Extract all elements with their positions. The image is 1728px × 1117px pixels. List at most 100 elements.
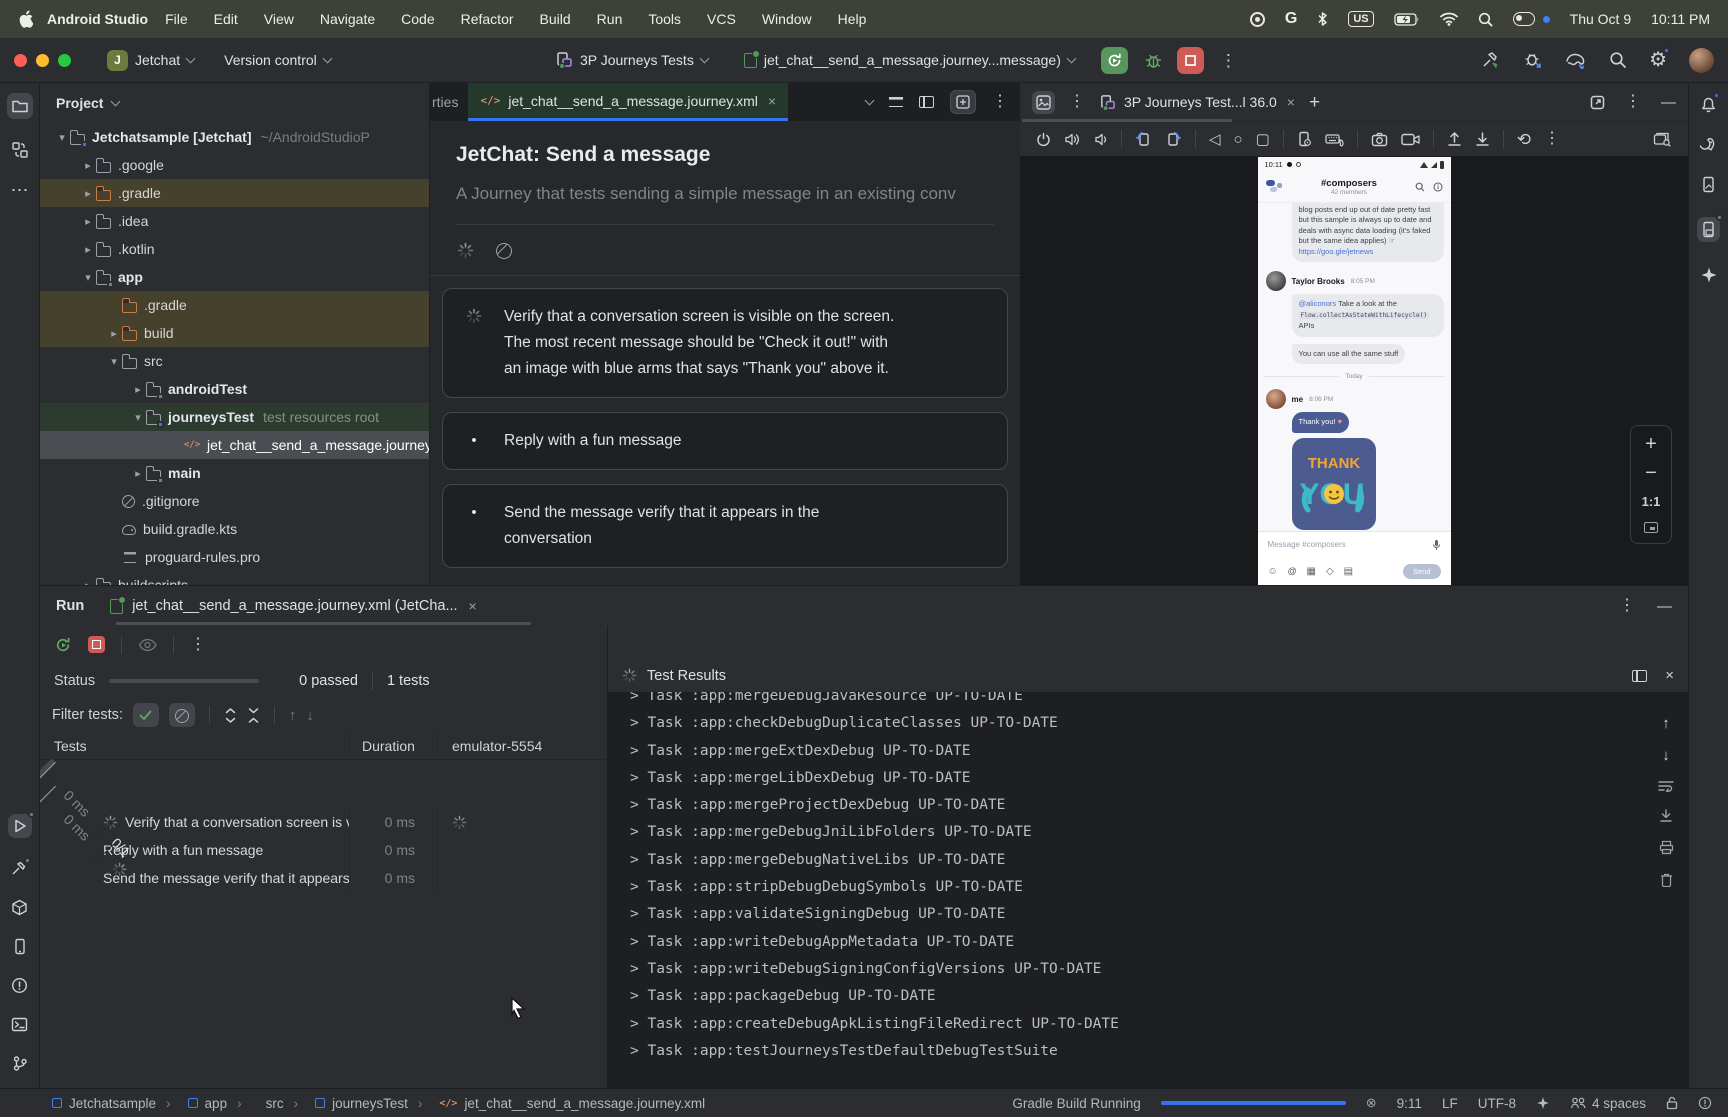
more-actions-icon[interactable]: ⋮ [1220,52,1237,69]
phone-search-icon[interactable] [1415,182,1425,192]
show-passed-toggle[interactable] [133,703,159,727]
menubar-item[interactable]: Build [540,11,571,27]
settings-gear-icon[interactable]: ⚙ [1649,50,1667,70]
device-settings-icon[interactable] [1297,131,1312,147]
tree-chevron-icon[interactable] [130,411,146,424]
hide-run-panel-icon[interactable]: — [1657,599,1672,614]
packages-tool-icon[interactable] [11,899,28,916]
mirror-displays-icon[interactable] [1653,131,1672,147]
next-failed-icon[interactable]: ↓ [306,708,314,723]
notifications-status-icon[interactable] [1698,1096,1712,1110]
rerun-tests-icon[interactable] [54,636,72,654]
menubar-item[interactable]: Edit [214,11,238,27]
zoom-level[interactable]: 1:1 [1642,494,1661,509]
tree-row[interactable]: .idea [40,207,429,235]
user-avatar[interactable] [1689,48,1714,73]
power-button-icon[interactable] [1036,132,1051,147]
tree-chevron-icon[interactable] [130,383,146,396]
clear-console-icon[interactable] [1660,872,1673,887]
menubar-item[interactable]: Tools [648,11,681,27]
project-panel-title[interactable]: Project [56,95,103,111]
menubar-item[interactable]: Window [762,11,812,27]
tree-row[interactable]: .gradle [40,179,429,207]
message-input[interactable]: Message #composers [1258,531,1451,557]
tree-row[interactable]: src [40,347,429,375]
editor-more-icon[interactable]: ⋮ [992,94,1008,110]
menubar-item[interactable]: VCS [707,11,736,27]
tree-row[interactable]: build.gradle.kts [40,515,429,543]
tree-row[interactable]: build [40,319,429,347]
git-tool-icon[interactable] [12,1055,28,1072]
menubar-item[interactable]: View [264,11,294,27]
screen-record-icon[interactable] [1250,12,1265,27]
editor-tab-active[interactable]: </> jet_chat__send_a_message.journey.xml… [468,83,788,121]
tree-chevron-icon[interactable] [80,243,96,256]
photo-icon[interactable]: ▦ [1307,566,1316,577]
run-tab[interactable]: jet_chat__send_a_message.journey.xml (Je… [110,598,477,614]
project-widget[interactable]: J Jetchat [99,45,202,76]
device-more-icon[interactable]: ⋮ [1544,131,1560,147]
android-back-icon[interactable]: ◁ [1209,132,1221,147]
reset-device-icon[interactable]: ⟲ [1517,131,1531,148]
cancel-build-icon[interactable]: ⊗ [1366,1095,1377,1111]
debug-button[interactable] [1144,51,1163,70]
journey-preview-toggle[interactable] [950,90,976,114]
menubar-item[interactable]: File [165,11,188,27]
screenshot-camera-icon[interactable] [1371,132,1388,147]
console-layout-icon[interactable] [1632,670,1647,682]
menubar-time[interactable]: 10:11 PM [1651,11,1710,27]
scroll-down-icon[interactable]: ↓ [1662,748,1670,763]
android-overview-icon[interactable]: ▢ [1256,132,1270,147]
tab-list-chevron-icon[interactable] [865,95,875,105]
tree-chevron-icon[interactable] [80,187,96,200]
run-configuration-widget[interactable]: 3P Journeys Tests [547,46,716,74]
menubar-item[interactable]: Navigate [320,11,375,27]
previous-failed-icon[interactable]: ↑ [289,708,297,723]
open-in-window-icon[interactable] [1590,95,1605,110]
build-tool-icon[interactable] [11,860,28,877]
expand-all-icon[interactable] [224,708,237,723]
mic-icon[interactable] [1432,539,1441,551]
control-center-icon[interactable] [1513,12,1535,26]
minimize-window-button[interactable] [36,54,49,67]
stop-tests-button[interactable] [88,636,105,653]
notifications-bell-icon[interactable] [1700,95,1717,113]
battery-icon[interactable] [1394,13,1420,26]
tree-row[interactable]: main [40,459,429,487]
editor-tab-clipped[interactable]: rties [430,83,468,121]
zoom-fit-button[interactable] [1644,522,1658,533]
test-tree-more-icon[interactable]: ⋮ [190,637,206,653]
cancel-run-icon[interactable] [496,243,512,259]
device-explorer-tool-icon[interactable] [12,938,28,955]
watch-icon[interactable] [138,638,157,652]
tree-row[interactable]: app [40,263,429,291]
menubar-item[interactable]: Run [597,11,623,27]
terminal-tool-icon[interactable] [11,1016,28,1033]
rerun-button[interactable] [1101,47,1128,74]
tree-row[interactable]: buildscripts [40,571,429,585]
duration-column-header[interactable]: Duration [349,732,437,759]
screen-record-video-icon[interactable] [1401,133,1420,146]
close-run-tab-icon[interactable]: × [469,598,477,614]
run-target-widget[interactable]: jet_chat__send_a_message.journey...messa… [736,47,1083,73]
menubar-date[interactable]: Thu Oct 9 [1570,11,1631,27]
build-icon[interactable] [1481,50,1501,70]
hide-panel-icon[interactable]: — [1661,95,1676,110]
tree-chevron-icon[interactable] [80,159,96,172]
menubar-item[interactable]: Help [838,11,867,27]
window-controls[interactable] [14,54,71,67]
tree-row[interactable]: .kotlin [40,235,429,263]
android-home-icon[interactable]: ○ [1234,132,1243,147]
print-icon[interactable] [1659,840,1674,855]
device-column-header[interactable]: emulator-5554 [437,732,607,759]
scroll-to-end-icon[interactable] [1659,809,1673,823]
tree-row[interactable]: .gitignore [40,487,429,515]
tree-chevron-icon[interactable] [80,271,96,284]
hardware-input-icon[interactable] [1325,132,1344,147]
file-encoding[interactable]: UTF-8 [1478,1096,1516,1111]
gemini-ai-icon[interactable] [1700,266,1718,284]
zoom-in-button[interactable]: + [1645,436,1657,452]
show-ignored-toggle[interactable] [169,703,195,727]
search-everywhere-icon[interactable] [1609,51,1627,69]
editor-list-view-icon[interactable] [889,97,903,107]
